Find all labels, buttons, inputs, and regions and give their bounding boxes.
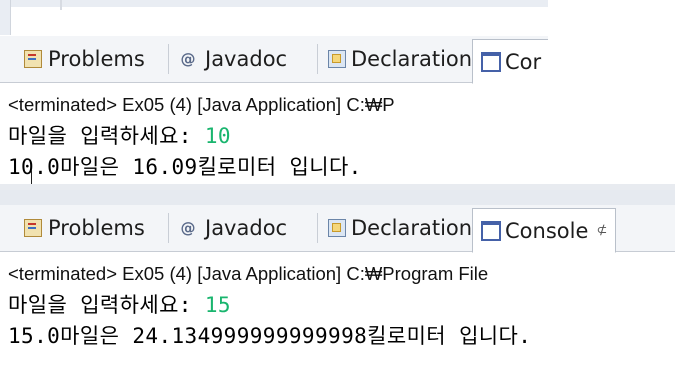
- javadoc-icon: @: [180, 50, 196, 68]
- declaration-icon: [328, 219, 346, 237]
- left-edge: [0, 0, 11, 35]
- editor-top-strip: [0, 0, 548, 35]
- tab-javadoc[interactable]: @ Javadoc: [169, 208, 288, 248]
- console-line: 마일을 입력하세요: 10: [8, 121, 548, 152]
- toolbar-band: [0, 190, 675, 205]
- tab-javadoc[interactable]: @ Javadoc: [169, 39, 288, 79]
- tab-label: Javadoc: [205, 216, 288, 240]
- tab-problems[interactable]: Problems: [16, 39, 145, 79]
- user-input-value: 10: [204, 124, 231, 148]
- terminated-status: <terminated> Ex05 (4) [Java Application]…: [8, 263, 489, 284]
- tab-label: Problems: [48, 216, 145, 240]
- console-line: 마일을 입력하세요: 15: [8, 290, 675, 321]
- result-line: 15.0마일은 24.134999999999998킬로미터 입니다.: [8, 324, 532, 348]
- tab-declaration[interactable]: Declaration: [318, 39, 472, 79]
- console-icon: [481, 220, 501, 241]
- problems-icon: [24, 50, 42, 68]
- prompt-text: 마일을 입력하세요:: [8, 293, 205, 317]
- view-tab-bar: Problems @ Javadoc Declaration Console ⊄: [0, 205, 675, 253]
- ruler-tick: [60, 0, 62, 10]
- tab-label: Problems: [48, 47, 145, 71]
- terminated-status: <terminated> Ex05 (4) [Java Application]…: [8, 94, 395, 115]
- tab-declaration[interactable]: Declaration: [318, 208, 472, 248]
- tab-problems[interactable]: Problems: [16, 208, 145, 248]
- tab-console[interactable]: Console ⊄: [472, 208, 617, 253]
- prompt-text: 마일을 입력하세요:: [8, 124, 205, 148]
- tab-label: Javadoc: [205, 47, 288, 71]
- javadoc-icon: @: [180, 219, 196, 237]
- tab-label: Declaration: [351, 47, 473, 71]
- user-input-value: 15: [204, 293, 231, 317]
- tab-label: Console: [505, 218, 589, 243]
- tab-label: Declaration: [351, 216, 473, 240]
- console-view-2: Problems @ Javadoc Declaration Console ⊄…: [0, 190, 675, 369]
- declaration-icon: [328, 50, 346, 68]
- console-icon: [481, 51, 501, 72]
- result-line: 10.0마일은 16.09킬로미터 입니다.: [8, 155, 362, 179]
- console-output[interactable]: <terminated> Ex05 (4) [Java Application]…: [8, 89, 548, 183]
- tab-label: Cor: [505, 49, 542, 74]
- close-icon[interactable]: ⊄: [596, 223, 607, 238]
- console-view-1: Problems @ Javadoc Declaration Cor <term…: [0, 0, 548, 184]
- view-tab-bar: Problems @ Javadoc Declaration Cor: [0, 36, 548, 84]
- toolbar-band: [0, 0, 548, 7]
- problems-icon: [24, 219, 42, 237]
- tab-console[interactable]: Cor: [472, 39, 548, 84]
- text-cursor: [31, 170, 32, 184]
- console-output[interactable]: <terminated> Ex05 (4) [Java Application]…: [8, 258, 675, 352]
